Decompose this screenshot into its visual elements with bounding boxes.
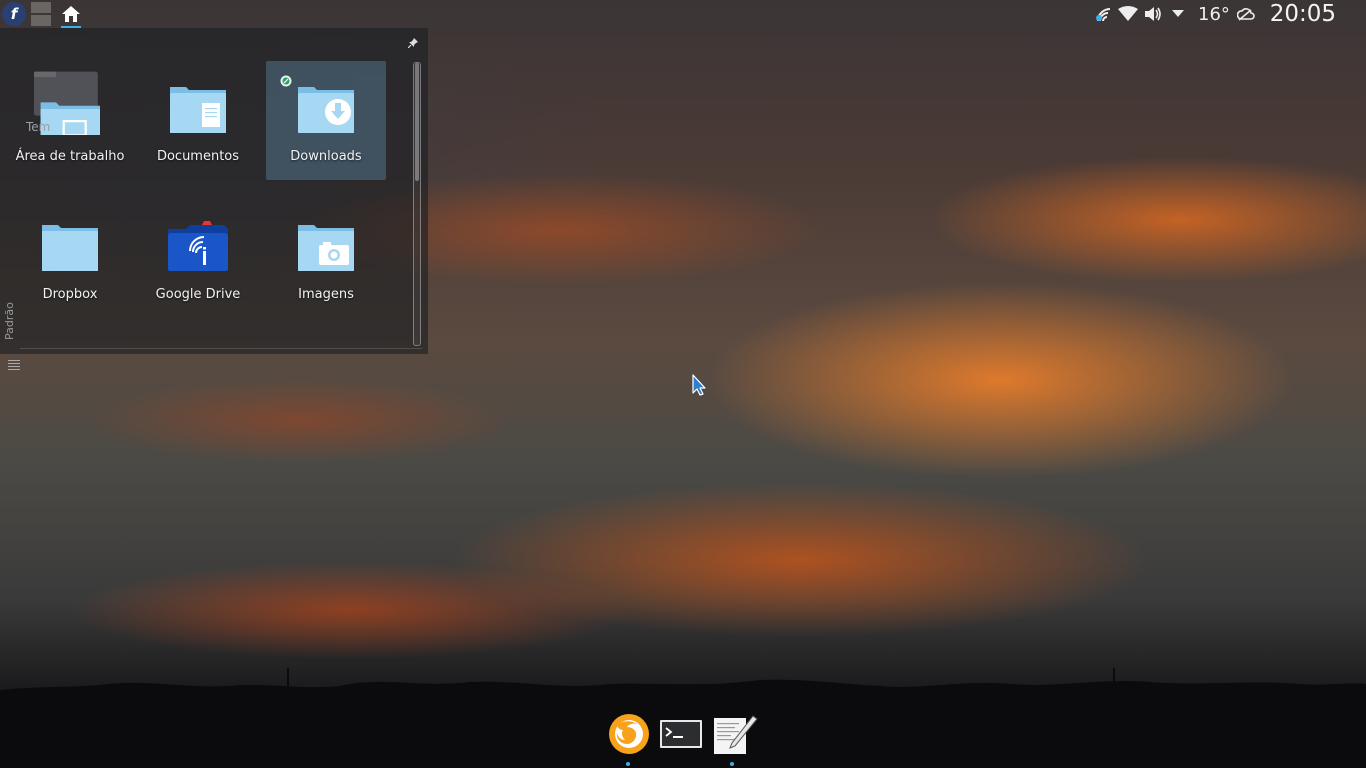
widget-menu-icon[interactable] bbox=[8, 360, 20, 372]
running-indicator bbox=[626, 762, 630, 766]
folder-item-pictures[interactable]: Imagens bbox=[266, 203, 386, 322]
wifi-glyph-icon bbox=[1118, 6, 1138, 21]
downloads-folder-icon bbox=[298, 87, 354, 133]
task-manager-dock bbox=[0, 706, 1366, 768]
folder-item-dropbox[interactable]: Dropbox bbox=[10, 203, 130, 322]
folder-item-documents[interactable]: Documentos bbox=[138, 61, 258, 180]
launcher-glyph: f bbox=[10, 5, 18, 23]
dock-item-terminal[interactable] bbox=[659, 714, 703, 758]
terminal-icon bbox=[660, 720, 702, 748]
pictures-folder-icon bbox=[298, 225, 354, 271]
weather-widget[interactable]: 16° bbox=[1198, 0, 1234, 28]
folder-label: Imagens bbox=[298, 287, 354, 302]
virtual-desktop-pager[interactable] bbox=[31, 2, 53, 26]
dock-item-firefox[interactable] bbox=[607, 714, 651, 766]
dock-item-text-editor[interactable] bbox=[711, 714, 758, 766]
folder-label: Downloads bbox=[290, 149, 362, 164]
signal-icon bbox=[1096, 8, 1111, 22]
text-editor-icon bbox=[714, 715, 758, 754]
wifi-icon[interactable] bbox=[1118, 0, 1138, 28]
cloud-icon bbox=[1237, 8, 1255, 21]
pager-desktop-2[interactable] bbox=[31, 15, 51, 26]
folder-item-downloads[interactable]: Downloads bbox=[266, 61, 386, 180]
tray-expand-icon[interactable] bbox=[1172, 0, 1188, 28]
network-status-icon[interactable] bbox=[1094, 0, 1114, 28]
folder-view-title: Padrão bbox=[3, 302, 16, 340]
folder-item-desktop[interactable]: Tem Área de trabalho bbox=[10, 61, 130, 180]
folder-label: Documentos bbox=[156, 149, 240, 164]
documents-folder-icon bbox=[170, 87, 226, 133]
scrollbar-thumb[interactable] bbox=[415, 63, 419, 181]
running-indicator bbox=[730, 762, 734, 766]
home-icon[interactable] bbox=[60, 2, 82, 28]
desktop[interactable]: f 16° 20:05 Tem Área de trabalho Documen… bbox=[0, 0, 1366, 768]
mouse-cursor-icon bbox=[692, 374, 706, 396]
folder-label: Google Drive bbox=[155, 287, 241, 302]
home-glyph-icon bbox=[62, 6, 80, 22]
fedora-launcher-icon[interactable]: f bbox=[2, 2, 26, 26]
divider bbox=[20, 348, 422, 349]
volume-icon[interactable] bbox=[1144, 0, 1164, 28]
pin-icon[interactable] bbox=[408, 38, 418, 48]
scrollbar[interactable] bbox=[413, 62, 421, 346]
weather-temperature: 16° bbox=[1198, 3, 1230, 25]
folder-view-widget[interactable]: Tem Área de trabalho Documentos Download… bbox=[0, 28, 428, 370]
chevron-down-icon bbox=[1172, 10, 1184, 17]
google-drive-folder-icon bbox=[168, 221, 228, 271]
digital-clock[interactable]: 20:05 bbox=[1270, 0, 1336, 28]
top-panel: f 16° 20:05 bbox=[0, 0, 1366, 28]
selection-toggle-icon[interactable] bbox=[280, 75, 292, 87]
overlay-label: Tem bbox=[26, 120, 51, 134]
dropbox-folder-icon bbox=[42, 225, 98, 271]
folder-label: Área de trabalho bbox=[15, 149, 125, 164]
folder-label: Dropbox bbox=[42, 287, 98, 302]
weather-cloud-icon[interactable] bbox=[1237, 0, 1257, 28]
pager-desktop-1[interactable] bbox=[31, 2, 51, 13]
speaker-icon bbox=[1145, 7, 1161, 21]
folder-item-google-drive[interactable]: Google Drive bbox=[138, 203, 258, 322]
firefox-icon bbox=[609, 714, 649, 754]
